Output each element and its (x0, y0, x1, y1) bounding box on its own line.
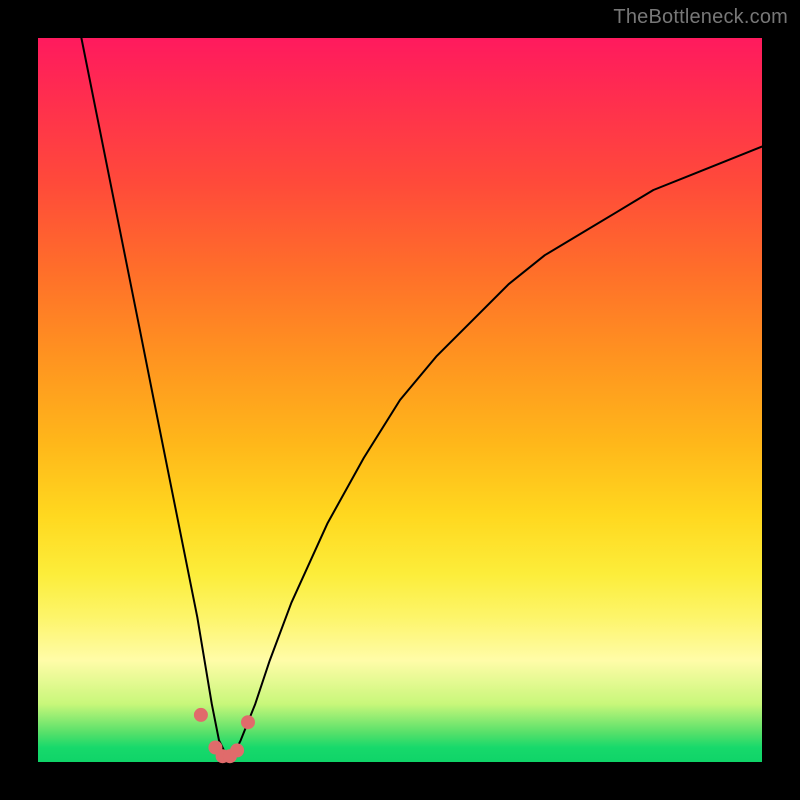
plot-area (38, 38, 762, 762)
highlight-markers (194, 708, 255, 763)
marker-dot (241, 715, 255, 729)
bottleneck-curve (81, 38, 762, 755)
watermark-text: TheBottleneck.com (613, 6, 788, 29)
marker-dot (230, 743, 244, 757)
curve-layer (38, 38, 762, 762)
marker-dot (194, 708, 208, 722)
chart-canvas: TheBottleneck.com (0, 0, 800, 800)
